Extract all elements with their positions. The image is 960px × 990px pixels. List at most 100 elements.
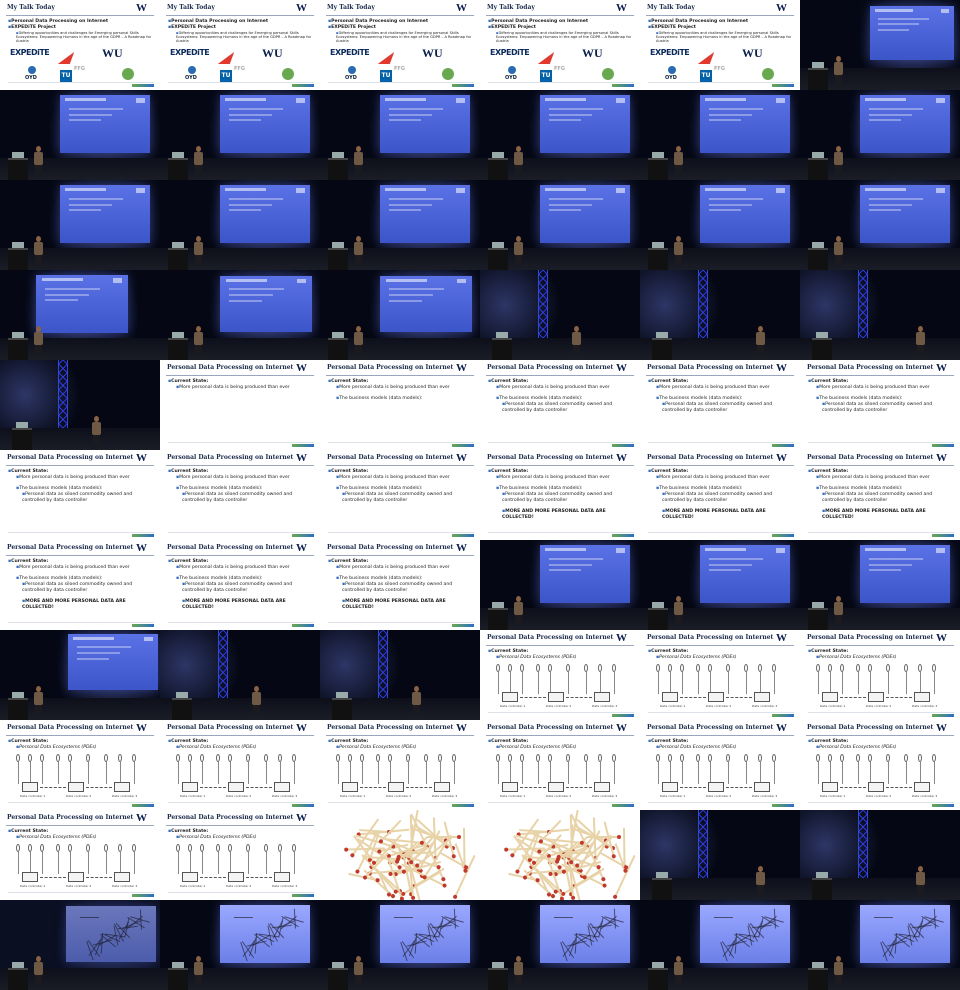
ecosystem-diagram: Data controller 1 Data controller 2 Data c… xyxy=(10,844,152,890)
podium xyxy=(488,608,508,630)
oyd-logo: OYD xyxy=(24,66,40,82)
podium xyxy=(488,968,508,990)
connector xyxy=(106,762,107,784)
projected-text-line xyxy=(229,107,283,110)
projector-screen xyxy=(540,95,630,153)
podium xyxy=(8,248,28,270)
video-frame-thumbnail: Personal Data Processing on InternetW Cur… xyxy=(800,630,960,720)
ecosystem-diagram: Data controller 1 Data controller 2 Data c… xyxy=(490,754,632,800)
slide-footer xyxy=(8,532,154,537)
speaker-torso xyxy=(834,962,843,975)
controller-label: Data controller 1 xyxy=(500,794,526,798)
video-frame-thumbnail: Personal Data Processing on InternetW Cur… xyxy=(800,720,960,810)
speaker-legs xyxy=(835,255,842,264)
slide-title: Personal Data Processing on Internet xyxy=(807,364,934,371)
connector xyxy=(378,762,379,784)
projected-text-line xyxy=(709,569,742,572)
projected-logo xyxy=(940,8,949,13)
wu-logo: W xyxy=(616,2,627,14)
connector xyxy=(30,852,31,874)
projected-text-line xyxy=(69,203,113,206)
sub-bullet: Differing opportunities and challenges f… xyxy=(8,31,154,44)
speaker-torso xyxy=(514,602,523,615)
controller-label: Data controller 2 xyxy=(546,794,572,798)
wu-logo: W xyxy=(936,722,947,734)
laptop-icon xyxy=(176,692,188,698)
person-pin-icon xyxy=(856,754,860,762)
server-icon xyxy=(502,692,518,702)
controller-label: Data controller 1 xyxy=(660,794,686,798)
sub-sub-bullet: Personal data as siloed commodity owned … xyxy=(328,492,474,504)
speaker-legs xyxy=(413,705,420,714)
projector-screen xyxy=(860,95,950,153)
person-pin-icon xyxy=(278,844,282,852)
laptop-icon xyxy=(332,152,344,158)
projected-text-line xyxy=(229,299,263,302)
connector xyxy=(568,672,569,694)
laptop-icon xyxy=(812,242,824,248)
speaker-torso xyxy=(354,242,363,255)
connector xyxy=(70,852,71,874)
expedite-logo: EXPEDiTE xyxy=(650,48,690,57)
server-icon xyxy=(754,692,770,702)
speaker-legs xyxy=(675,165,682,174)
podium xyxy=(492,338,512,360)
projected-title xyxy=(545,188,586,192)
connector xyxy=(294,762,295,784)
server-icon xyxy=(22,782,38,792)
tu-logo: TU xyxy=(540,70,552,82)
data-link xyxy=(360,787,386,788)
speaker-legs xyxy=(355,255,362,264)
projected-text-line xyxy=(77,657,110,660)
projected-text-line xyxy=(389,293,434,296)
video-frame-thumbnail: Personal Data Processing on InternetW Cur… xyxy=(0,720,160,810)
person-pin-icon xyxy=(696,754,700,762)
podium xyxy=(808,608,828,630)
person-pin-icon xyxy=(336,754,340,762)
projected-logo xyxy=(457,278,467,284)
controller-label: Data controller 3 xyxy=(592,704,618,708)
title-rule xyxy=(646,465,794,466)
projector-screen xyxy=(700,545,790,603)
conference-photo xyxy=(320,180,480,270)
projected-text-line xyxy=(869,563,913,566)
title-rule xyxy=(166,555,314,556)
laptop-icon xyxy=(16,422,28,428)
controller-label: Data controller 2 xyxy=(866,794,892,798)
projected-text-line xyxy=(869,557,923,560)
video-frame-thumbnail: My Talk Today W Personal Data Processing o… xyxy=(0,0,160,90)
speaker-torso xyxy=(916,332,925,345)
person-pin-icon xyxy=(388,754,392,762)
wu-logo-large: WU xyxy=(262,46,283,60)
emphasis-bullet: MORE AND MORE PERSONAL DATA ARE COLLECTE… xyxy=(648,509,794,521)
projected-text-line xyxy=(549,107,603,110)
speaker-torso xyxy=(354,962,363,975)
title-rule xyxy=(166,15,314,16)
podium xyxy=(168,338,188,360)
projected-text-line xyxy=(389,299,423,302)
person-pin-icon xyxy=(886,754,890,762)
sub-bullet: Personal Data Ecosystems (PDEs) xyxy=(808,745,954,751)
speaker-legs xyxy=(35,975,42,984)
expedite-logo: EXPEDiTE xyxy=(490,48,530,57)
slide-footer xyxy=(648,442,794,447)
projected-text-line xyxy=(549,119,582,122)
speaker-torso xyxy=(354,152,363,165)
sub-bullet: Personal Data Ecosystems (PDEs) xyxy=(328,745,474,751)
speaker-torso xyxy=(412,692,421,705)
person-pin-icon xyxy=(228,844,232,852)
person-pin-icon xyxy=(348,754,352,762)
title-rule xyxy=(6,555,154,556)
speaker-legs xyxy=(835,75,842,84)
person-pin-icon xyxy=(278,754,282,762)
slide-footer xyxy=(328,622,474,627)
slide-footer xyxy=(168,802,314,807)
person-pin-icon xyxy=(68,844,72,852)
video-frame-thumbnail: Personal Data Processing on InternetW Cur… xyxy=(480,630,640,720)
connector xyxy=(858,672,859,694)
speaker-torso xyxy=(834,242,843,255)
connector xyxy=(682,672,683,694)
speaker xyxy=(916,866,925,894)
ffg-label: FFG xyxy=(714,66,725,72)
speaker-legs xyxy=(253,705,260,714)
